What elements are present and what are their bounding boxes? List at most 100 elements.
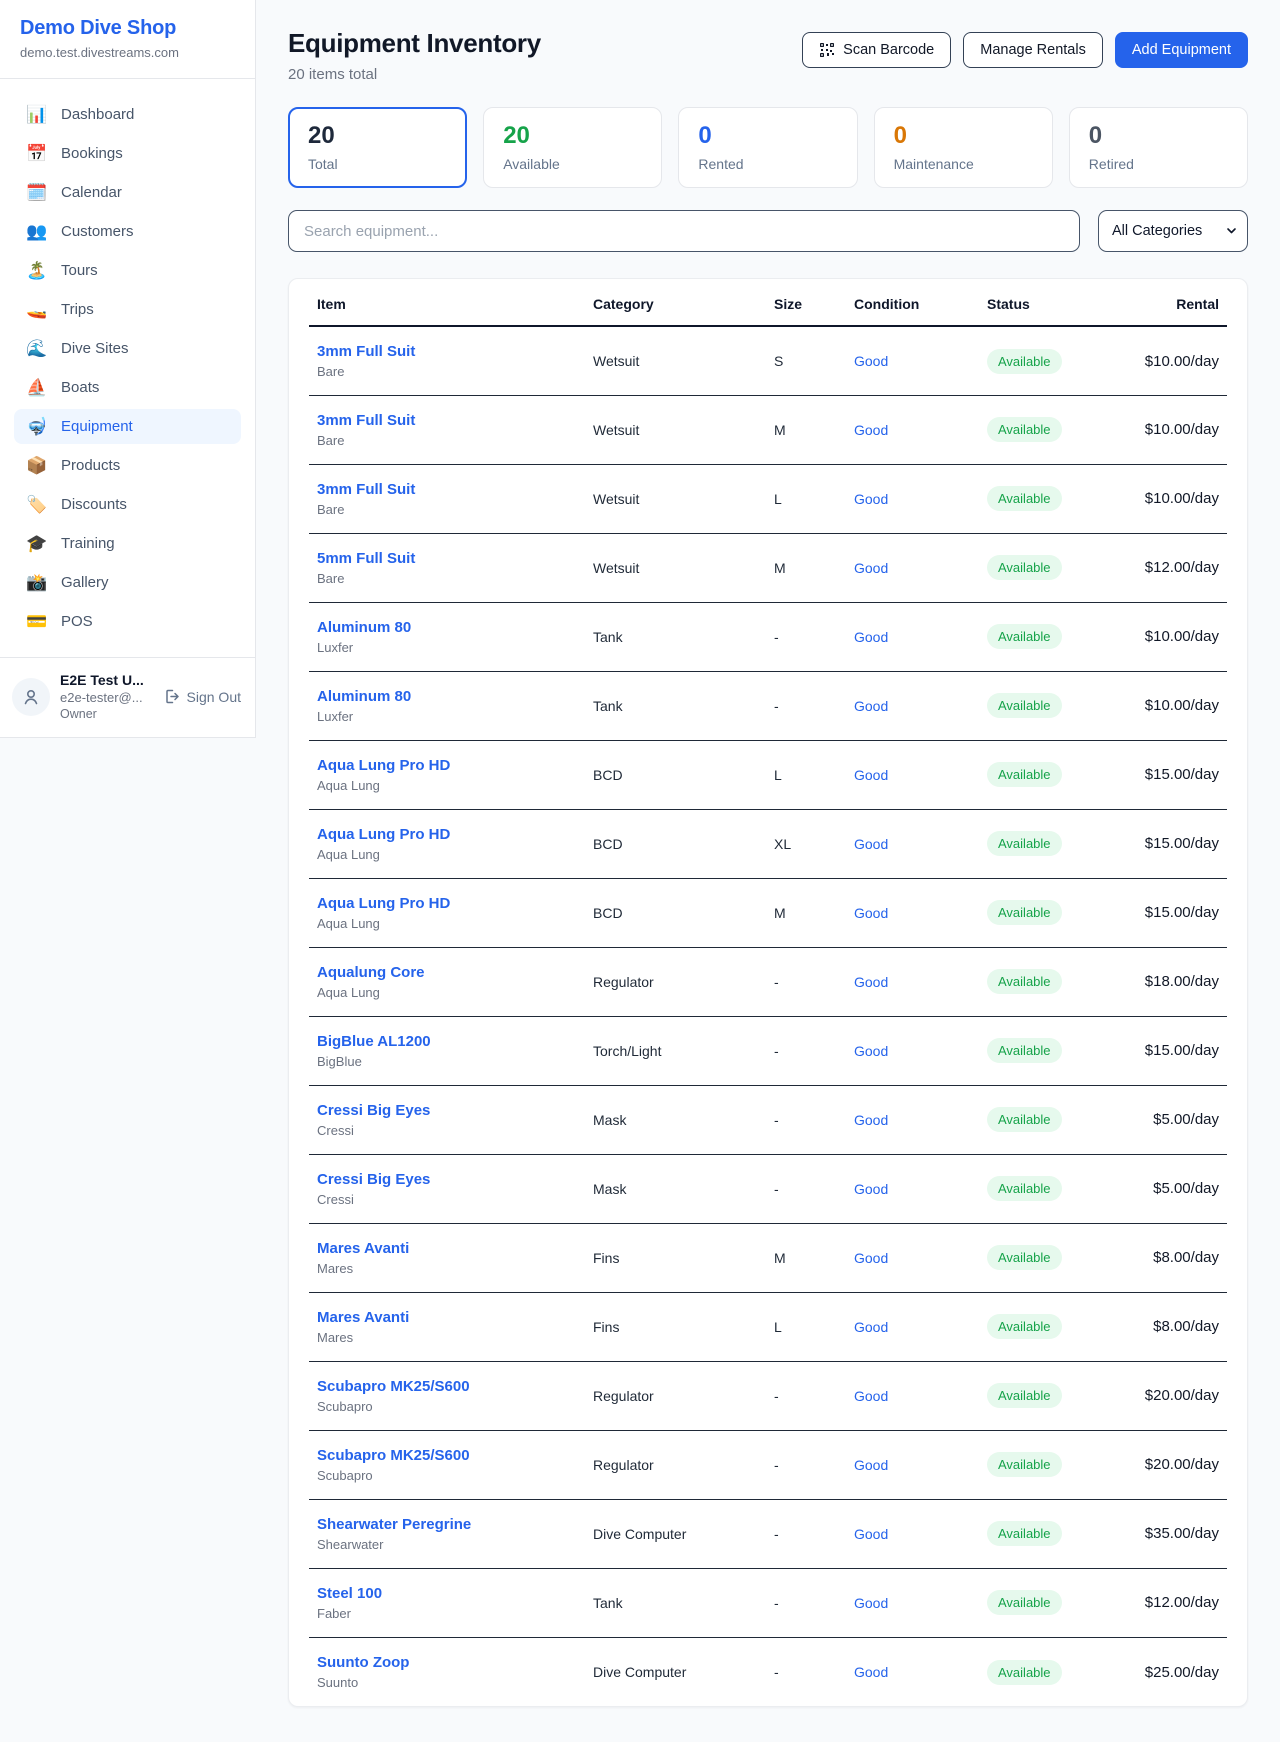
stat-card-retired[interactable]: 0 Retired: [1069, 107, 1248, 188]
sidebar-item-products[interactable]: 📦 Products: [14, 448, 241, 483]
item-category: Mask: [585, 1154, 766, 1223]
column-header-size: Size: [766, 279, 846, 326]
add-equipment-button[interactable]: Add Equipment: [1115, 32, 1248, 68]
item-name-link[interactable]: 5mm Full Suit: [317, 550, 577, 567]
item-brand: Scubapro: [317, 1399, 577, 1414]
item-name-link[interactable]: Aqua Lung Pro HD: [317, 895, 577, 912]
stat-label: Total: [308, 156, 447, 172]
stat-card-rented[interactable]: 0 Rented: [678, 107, 857, 188]
item-name-link[interactable]: 3mm Full Suit: [317, 481, 577, 498]
sidebar-item-trips[interactable]: 🚤 Trips: [14, 292, 241, 327]
item-name-link[interactable]: Aluminum 80: [317, 688, 577, 705]
table-row: Scubapro MK25/S600 Scubapro Regulator - …: [309, 1361, 1227, 1430]
condition-link[interactable]: Good: [854, 1043, 888, 1059]
condition-link[interactable]: Good: [854, 1664, 888, 1680]
stats-row: 20 Total 20 Available 0 Rented 0 Mainten…: [288, 107, 1248, 188]
sidebar-item-calendar[interactable]: 🗓️ Calendar: [14, 175, 241, 210]
condition-link[interactable]: Good: [854, 491, 888, 507]
sidebar-item-bookings[interactable]: 📅 Bookings: [14, 136, 241, 171]
sidebar-item-dashboard[interactable]: 📊 Dashboard: [14, 97, 241, 132]
stat-value: 0: [894, 123, 1033, 149]
item-name-link[interactable]: Cressi Big Eyes: [317, 1171, 577, 1188]
condition-link[interactable]: Good: [854, 629, 888, 645]
item-category: Fins: [585, 1223, 766, 1292]
item-name-link[interactable]: Suunto Zoop: [317, 1654, 577, 1671]
category-select[interactable]: All Categories: [1098, 210, 1248, 252]
condition-link[interactable]: Good: [854, 560, 888, 576]
condition-link[interactable]: Good: [854, 422, 888, 438]
sidebar-item-customers[interactable]: 👥 Customers: [14, 214, 241, 249]
condition-link[interactable]: Good: [854, 905, 888, 921]
condition-link[interactable]: Good: [854, 767, 888, 783]
item-category: Wetsuit: [585, 464, 766, 533]
condition-link[interactable]: Good: [854, 1526, 888, 1542]
condition-link[interactable]: Good: [854, 1112, 888, 1128]
sidebar-item-gallery[interactable]: 📸 Gallery: [14, 565, 241, 600]
item-size: M: [766, 395, 846, 464]
status-badge: Available: [987, 624, 1062, 649]
sidebar-item-tours[interactable]: 🏝️ Tours: [14, 253, 241, 288]
item-name-link[interactable]: Steel 100: [317, 1585, 577, 1602]
stat-card-available[interactable]: 20 Available: [483, 107, 662, 188]
stat-card-maintenance[interactable]: 0 Maintenance: [874, 107, 1053, 188]
sailboat-icon: ⛵: [26, 379, 48, 396]
table-row: Mares Avanti Mares Fins L Good Available…: [309, 1292, 1227, 1361]
table-row: Steel 100 Faber Tank - Good Available $1…: [309, 1568, 1227, 1637]
item-name-link[interactable]: Aqua Lung Pro HD: [317, 757, 577, 774]
item-name-link[interactable]: Scubapro MK25/S600: [317, 1378, 577, 1395]
calendar-icon: 📅: [26, 145, 48, 162]
item-name-link[interactable]: BigBlue AL1200: [317, 1033, 577, 1050]
item-size: -: [766, 1499, 846, 1568]
brand-block: Demo Dive Shop demo.test.divestreams.com: [0, 0, 255, 78]
condition-link[interactable]: Good: [854, 836, 888, 852]
item-name-link[interactable]: Aluminum 80: [317, 619, 577, 636]
equipment-table: Item Category Size Condition Status Rent…: [309, 279, 1227, 1706]
item-category: Wetsuit: [585, 533, 766, 602]
condition-link[interactable]: Good: [854, 1250, 888, 1266]
item-name-link[interactable]: Shearwater Peregrine: [317, 1516, 577, 1533]
speedboat-icon: 🚤: [26, 301, 48, 318]
person-icon: [21, 687, 41, 707]
item-name-link[interactable]: 3mm Full Suit: [317, 343, 577, 360]
header-actions: Scan Barcode Manage Rentals Add Equipmen…: [802, 32, 1248, 68]
item-name-link[interactable]: Aqua Lung Pro HD: [317, 826, 577, 843]
sidebar-item-boats[interactable]: ⛵ Boats: [14, 370, 241, 405]
status-badge: Available: [987, 1038, 1062, 1063]
condition-link[interactable]: Good: [854, 1319, 888, 1335]
condition-link[interactable]: Good: [854, 1388, 888, 1404]
search-input[interactable]: [288, 210, 1080, 252]
scan-barcode-button[interactable]: Scan Barcode: [802, 32, 951, 68]
condition-link[interactable]: Good: [854, 1595, 888, 1611]
item-name-link[interactable]: Mares Avanti: [317, 1240, 577, 1257]
item-size: -: [766, 1361, 846, 1430]
sidebar-item-training[interactable]: 🎓 Training: [14, 526, 241, 561]
item-name-link[interactable]: 3mm Full Suit: [317, 412, 577, 429]
manage-rentals-button[interactable]: Manage Rentals: [963, 32, 1103, 68]
shop-name[interactable]: Demo Dive Shop: [20, 17, 235, 40]
item-brand: Mares: [317, 1261, 577, 1276]
condition-link[interactable]: Good: [854, 1181, 888, 1197]
sidebar-item-label: Gallery: [61, 574, 109, 591]
item-size: L: [766, 740, 846, 809]
stat-label: Available: [503, 156, 642, 172]
condition-link[interactable]: Good: [854, 698, 888, 714]
sidebar-item-pos[interactable]: 💳 POS: [14, 604, 241, 639]
condition-link[interactable]: Good: [854, 353, 888, 369]
item-size: -: [766, 1085, 846, 1154]
status-badge: Available: [987, 693, 1062, 718]
item-name-link[interactable]: Cressi Big Eyes: [317, 1102, 577, 1119]
sidebar-item-dive-sites[interactable]: 🌊 Dive Sites: [14, 331, 241, 366]
sidebar-item-equipment[interactable]: 🤿 Equipment: [14, 409, 241, 444]
item-name-link[interactable]: Aqualung Core: [317, 964, 577, 981]
sign-out-button[interactable]: Sign Out: [164, 688, 241, 705]
item-name-link[interactable]: Mares Avanti: [317, 1309, 577, 1326]
sidebar-item-discounts[interactable]: 🏷️ Discounts: [14, 487, 241, 522]
stat-card-total[interactable]: 20 Total: [288, 107, 467, 188]
item-name-link[interactable]: Scubapro MK25/S600: [317, 1447, 577, 1464]
barcode-scan-icon: [819, 42, 835, 58]
condition-link[interactable]: Good: [854, 1457, 888, 1473]
item-size: M: [766, 533, 846, 602]
column-header-status: Status: [979, 279, 1129, 326]
table-row: Aqualung Core Aqua Lung Regulator - Good…: [309, 947, 1227, 1016]
condition-link[interactable]: Good: [854, 974, 888, 990]
